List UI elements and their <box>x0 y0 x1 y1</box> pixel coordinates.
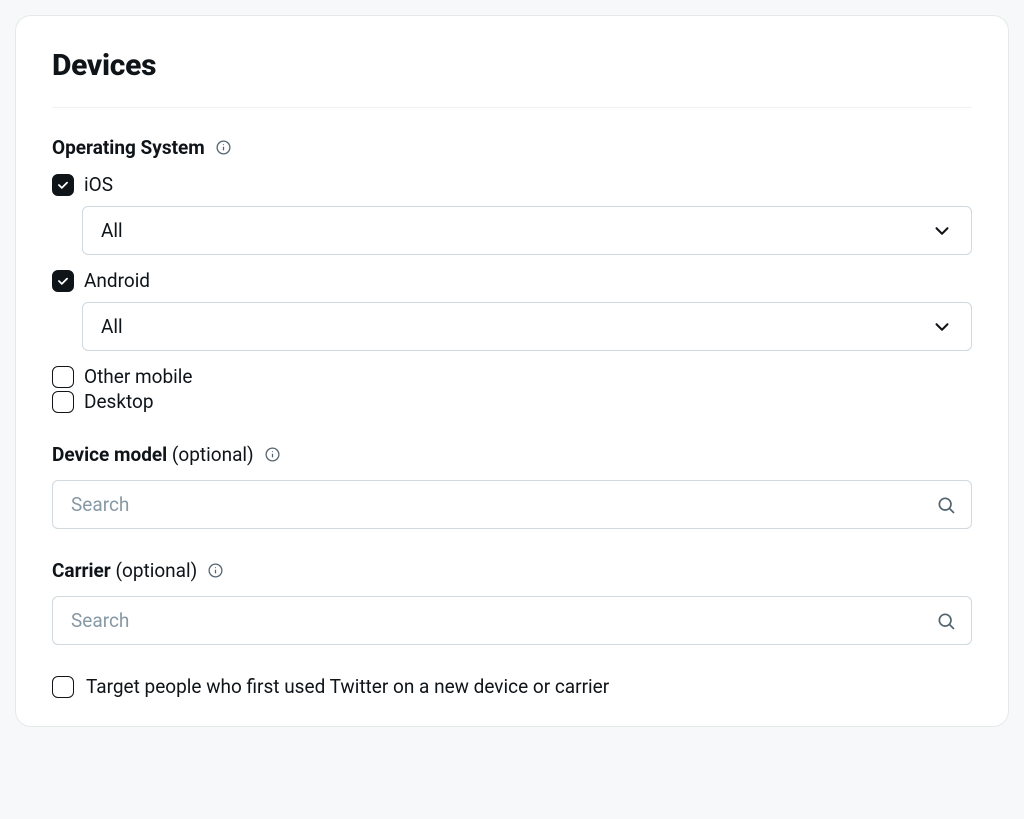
device-model-label-text: Device model <box>52 443 167 466</box>
info-icon[interactable] <box>207 562 224 579</box>
os-label-text: Operating System <box>52 136 205 159</box>
os-option-android: Android <box>52 269 972 292</box>
carrier-search-wrap <box>52 596 972 645</box>
checkbox-android[interactable] <box>52 270 74 292</box>
devices-card: Devices Operating System iOS All <box>15 15 1009 727</box>
checkbox-target-new-device[interactable] <box>52 676 74 698</box>
carrier-optional-text: (optional) <box>115 559 197 582</box>
carrier-section-label: Carrier (optional) <box>52 559 972 582</box>
device-model-section-label: Device model (optional) <box>52 443 972 466</box>
os-option-ios: iOS <box>52 173 972 196</box>
device-model-search-wrap <box>52 480 972 529</box>
device-model-optional-text: (optional) <box>172 443 254 466</box>
os-option-android-label: Android <box>84 269 150 292</box>
device-model-search-input[interactable] <box>52 480 972 529</box>
carrier-label-text: Carrier <box>52 559 111 582</box>
os-option-other-mobile: Other mobile <box>52 365 972 388</box>
target-new-device-row: Target people who first used Twitter on … <box>52 675 972 698</box>
os-simple-options: Other mobile Desktop <box>52 365 972 413</box>
ios-dropdown-value: All <box>101 219 123 242</box>
chevron-down-icon <box>931 220 953 242</box>
os-option-desktop-label: Desktop <box>84 390 154 413</box>
checkbox-other-mobile[interactable] <box>52 366 74 388</box>
os-section-label: Operating System <box>52 136 972 159</box>
android-dropdown-value: All <box>101 315 123 338</box>
android-version-dropdown[interactable]: All <box>82 302 972 351</box>
divider <box>52 107 972 108</box>
carrier-search-input[interactable] <box>52 596 972 645</box>
os-option-other-mobile-label: Other mobile <box>84 365 192 388</box>
os-option-ios-label: iOS <box>84 173 113 196</box>
ios-version-dropdown[interactable]: All <box>82 206 972 255</box>
card-title: Devices <box>52 48 972 83</box>
os-option-desktop: Desktop <box>52 390 972 413</box>
info-icon[interactable] <box>215 139 232 156</box>
checkbox-ios[interactable] <box>52 174 74 196</box>
chevron-down-icon <box>931 316 953 338</box>
checkbox-desktop[interactable] <box>52 391 74 413</box>
target-new-device-label: Target people who first used Twitter on … <box>86 675 609 698</box>
info-icon[interactable] <box>264 446 281 463</box>
